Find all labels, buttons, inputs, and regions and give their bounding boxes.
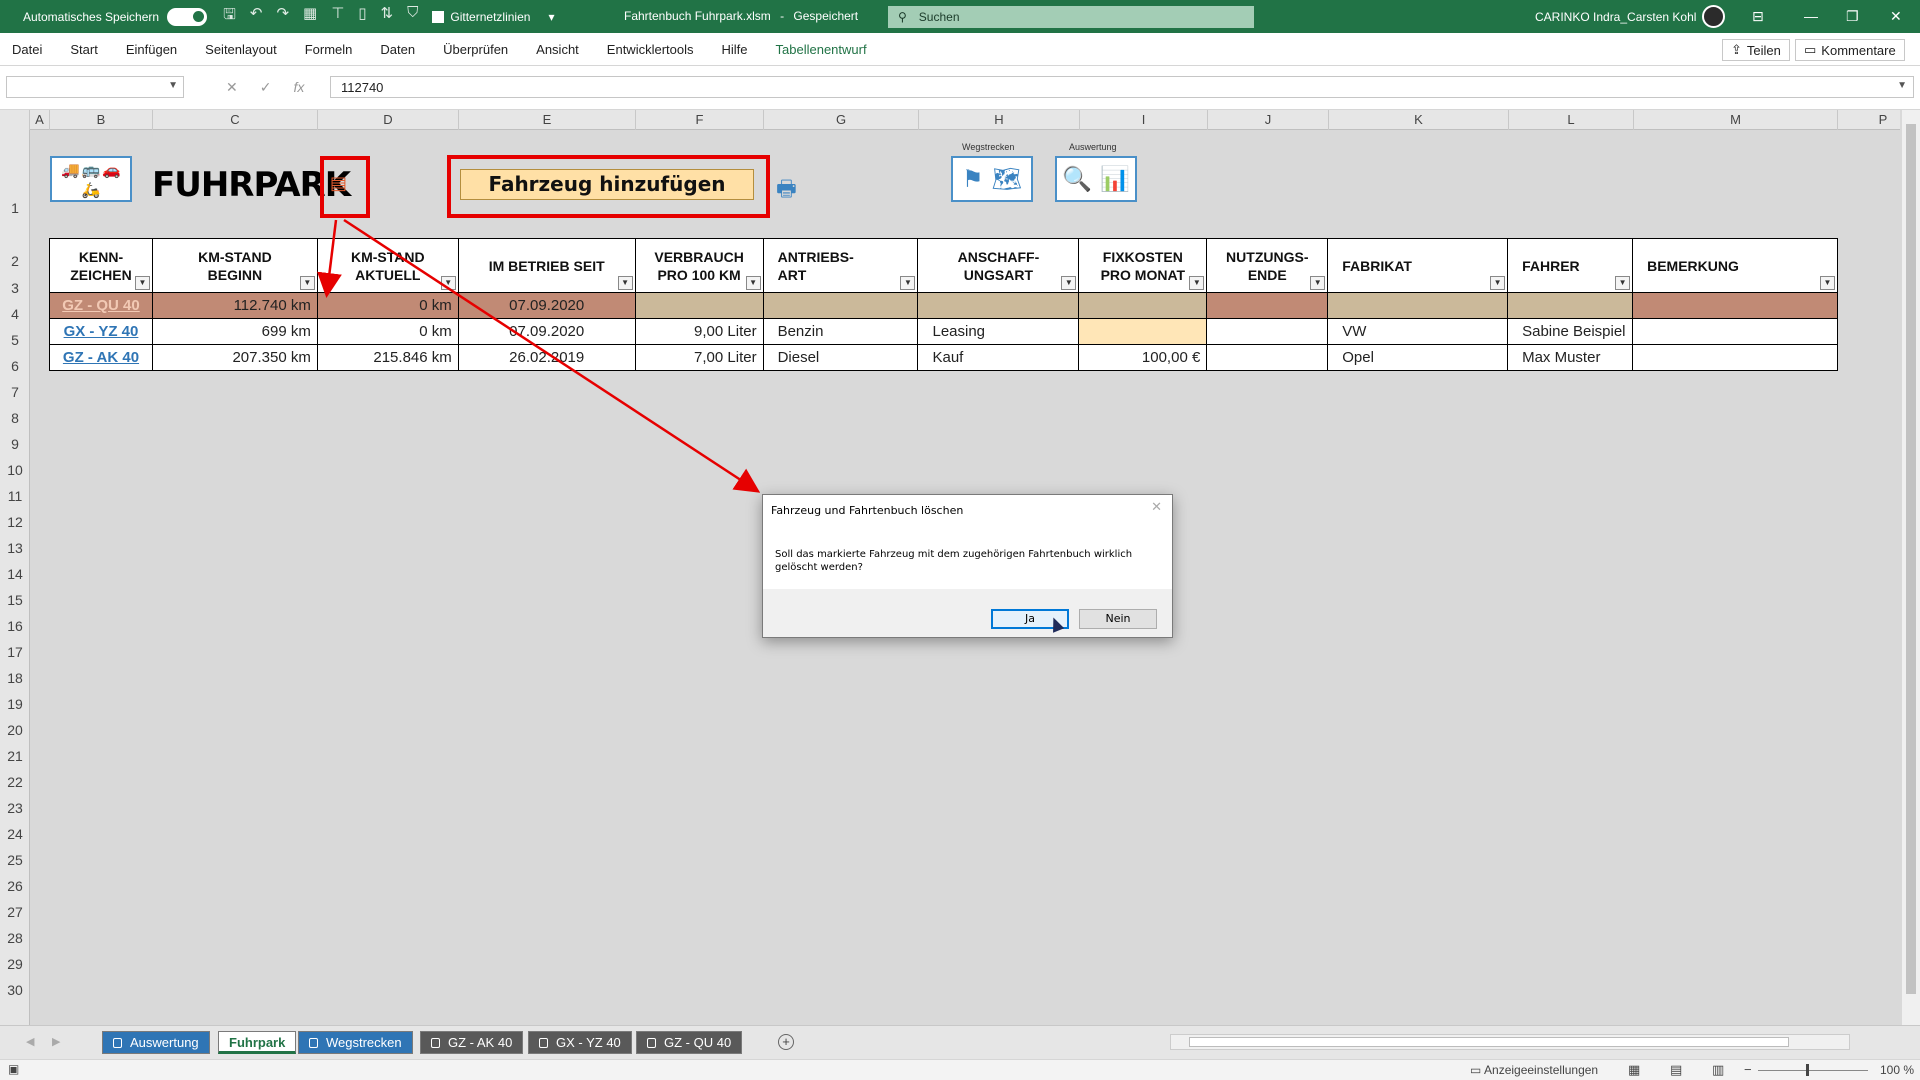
arrow-to-dialog xyxy=(343,218,761,493)
gridlines-checkbox[interactable] xyxy=(432,10,445,23)
vertical-scrollbar[interactable] xyxy=(1902,110,1920,1025)
tab-gz-ak-40[interactable]: GZ - AK 40 xyxy=(420,1031,524,1054)
gridlines-label: Gitternetzlinien xyxy=(450,9,531,24)
menu-ansicht[interactable]: Ansicht xyxy=(522,42,593,57)
zoom-level[interactable]: 100 % xyxy=(1880,1063,1914,1077)
form-icon[interactable]: ▯ xyxy=(358,4,366,29)
tab-prev-icon[interactable]: ◀ xyxy=(26,1035,34,1048)
sheet-icon xyxy=(431,1038,440,1048)
formula-bar: ▼ ✕ ✓ fx 112740 ▼ xyxy=(0,66,1920,110)
qat-more-icon[interactable]: ▾ xyxy=(548,10,554,24)
autosave[interactable]: Automatisches Speichern xyxy=(23,7,208,26)
table-icon[interactable]: ▦ xyxy=(303,4,317,29)
arrow-to-cell xyxy=(317,219,342,298)
horizontal-scroll-thumb[interactable] xyxy=(1189,1037,1789,1047)
confirm-dialog: Fahrzeug und Fahrtenbuch löschen ✕ Soll … xyxy=(762,494,1173,638)
file-name: Fahrtenbuch Fuhrpark.xlsm xyxy=(624,9,771,23)
window-title: Fahrtenbuch Fuhrpark.xlsm - Gespeichert xyxy=(624,9,859,23)
formula-value: 112740 xyxy=(341,80,384,95)
menu-hilfe[interactable]: Hilfe xyxy=(708,42,762,57)
sort-icon[interactable]: ⇅ xyxy=(381,4,394,29)
sheet-icon xyxy=(647,1038,656,1048)
vertical-scroll-thumb[interactable] xyxy=(1906,124,1916,994)
close-icon[interactable]: ✕ xyxy=(1890,8,1902,25)
autosave-toggle[interactable] xyxy=(167,7,208,26)
dialog-message: Soll das markierte Fahrzeug mit dem zuge… xyxy=(763,527,1172,589)
restore-icon[interactable]: ❐ xyxy=(1846,8,1859,25)
menu-start[interactable]: Start xyxy=(56,42,111,57)
chevron-down-icon[interactable]: ▼ xyxy=(168,80,178,91)
user-name[interactable]: CARINKO Indra_Carsten Kohl xyxy=(1535,10,1696,24)
save-icon[interactable]: 🖫 xyxy=(223,4,236,29)
tab-gz-qu-40[interactable]: GZ - QU 40 xyxy=(636,1031,743,1054)
title-bar: Automatisches Speichern 🖫 ↶ ↷ ▦ ⊤ ▯ ⇅ ⛉ … xyxy=(0,0,1920,33)
format-icon[interactable]: ⊤ xyxy=(331,4,344,29)
menu-formeln[interactable]: Formeln xyxy=(291,42,367,57)
ribbon-tabs: Datei Start Einfügen Seitenlayout Formel… xyxy=(0,33,1920,66)
menu-einfuegen[interactable]: Einfügen xyxy=(112,42,191,57)
display-settings-icon: ▭ xyxy=(1470,1063,1482,1077)
tab-auswertung[interactable]: Auswertung xyxy=(102,1031,210,1054)
sheet-tabs-bar: ◀ ▶ Auswertung Fuhrpark Wegstrecken GZ -… xyxy=(0,1025,1920,1059)
status-bar: ▣ ▭ Anzeigeeinstellungen ▦ ▤ ▥ − + 100 % xyxy=(0,1059,1920,1080)
sheet-icon xyxy=(539,1038,548,1048)
user-avatar[interactable] xyxy=(1702,5,1725,28)
share-button[interactable]: ⇪ Teilen xyxy=(1722,39,1790,61)
ribbon-display-icon[interactable]: ⊟ xyxy=(1752,8,1764,25)
comments-button[interactable]: ▭ Kommentare xyxy=(1795,39,1905,61)
normal-view-icon[interactable]: ▦ xyxy=(1628,1062,1640,1078)
quick-access-toolbar: 🖫 ↶ ↷ ▦ ⊤ ▯ ⇅ ⛉ xyxy=(223,4,418,29)
ready-icon: ▣ xyxy=(8,1062,20,1076)
tab-wegstrecken[interactable]: Wegstrecken xyxy=(298,1031,413,1054)
horizontal-scrollbar[interactable] xyxy=(1170,1034,1850,1050)
sheet-icon xyxy=(309,1038,318,1048)
sheet-icon xyxy=(113,1038,122,1048)
gridlines-toggle[interactable]: Gitternetzlinien ▾ xyxy=(432,10,554,24)
share-icon: ⇪ xyxy=(1731,42,1742,57)
name-box[interactable]: ▼ xyxy=(6,76,184,98)
search-icon: ⚲ xyxy=(898,10,907,24)
tab-fuhrpark[interactable]: Fuhrpark xyxy=(218,1031,297,1054)
minimize-icon[interactable]: — xyxy=(1804,8,1818,24)
formula-actions: ✕ ✓ fx xyxy=(204,76,324,98)
page-break-icon[interactable]: ▥ xyxy=(1712,1062,1724,1078)
cancel-icon[interactable]: ✕ xyxy=(226,79,238,96)
menu-seitenlayout[interactable]: Seitenlayout xyxy=(191,42,291,57)
comment-icon: ▭ xyxy=(1804,42,1817,57)
zoom-out-icon[interactable]: − xyxy=(1744,1062,1752,1077)
comments-label: Kommentare xyxy=(1821,42,1896,58)
close-icon[interactable]: ✕ xyxy=(1151,500,1162,515)
save-state: Gespeichert xyxy=(793,9,859,23)
filter-icon[interactable]: ⛉ xyxy=(407,4,418,29)
menu-entwicklertools[interactable]: Entwicklertools xyxy=(593,42,708,57)
menu-tabellenentwurf[interactable]: Tabellenentwurf xyxy=(762,42,881,57)
menu-datei[interactable]: Datei xyxy=(0,42,56,57)
menu-ueberpruefen[interactable]: Überprüfen xyxy=(429,42,522,57)
no-button[interactable]: Nein xyxy=(1079,609,1157,629)
display-settings[interactable]: ▭ Anzeigeeinstellungen xyxy=(1470,1063,1598,1077)
confirm-icon[interactable]: ✓ xyxy=(260,79,272,96)
add-sheet-icon[interactable]: + xyxy=(778,1034,794,1050)
tab-next-icon[interactable]: ▶ xyxy=(52,1035,60,1048)
search-placeholder: Suchen xyxy=(918,10,960,24)
fx-icon[interactable]: fx xyxy=(293,79,304,95)
page-layout-icon[interactable]: ▤ xyxy=(1670,1062,1682,1078)
dialog-title: Fahrzeug und Fahrtenbuch löschen xyxy=(771,504,964,517)
undo-icon[interactable]: ↶ xyxy=(250,4,263,29)
share-label: Teilen xyxy=(1746,42,1781,58)
tab-gx-yz-40[interactable]: GX - YZ 40 xyxy=(528,1031,632,1054)
expand-formula-icon[interactable]: ▼ xyxy=(1897,80,1907,91)
autosave-label: Automatisches Speichern xyxy=(23,9,160,24)
search-box[interactable]: ⚲ Suchen xyxy=(888,6,1254,28)
redo-icon[interactable]: ↷ xyxy=(276,4,289,29)
zoom-slider[interactable] xyxy=(1758,1064,1868,1076)
formula-input[interactable]: 112740 ▼ xyxy=(330,76,1914,98)
menu-daten[interactable]: Daten xyxy=(366,42,429,57)
